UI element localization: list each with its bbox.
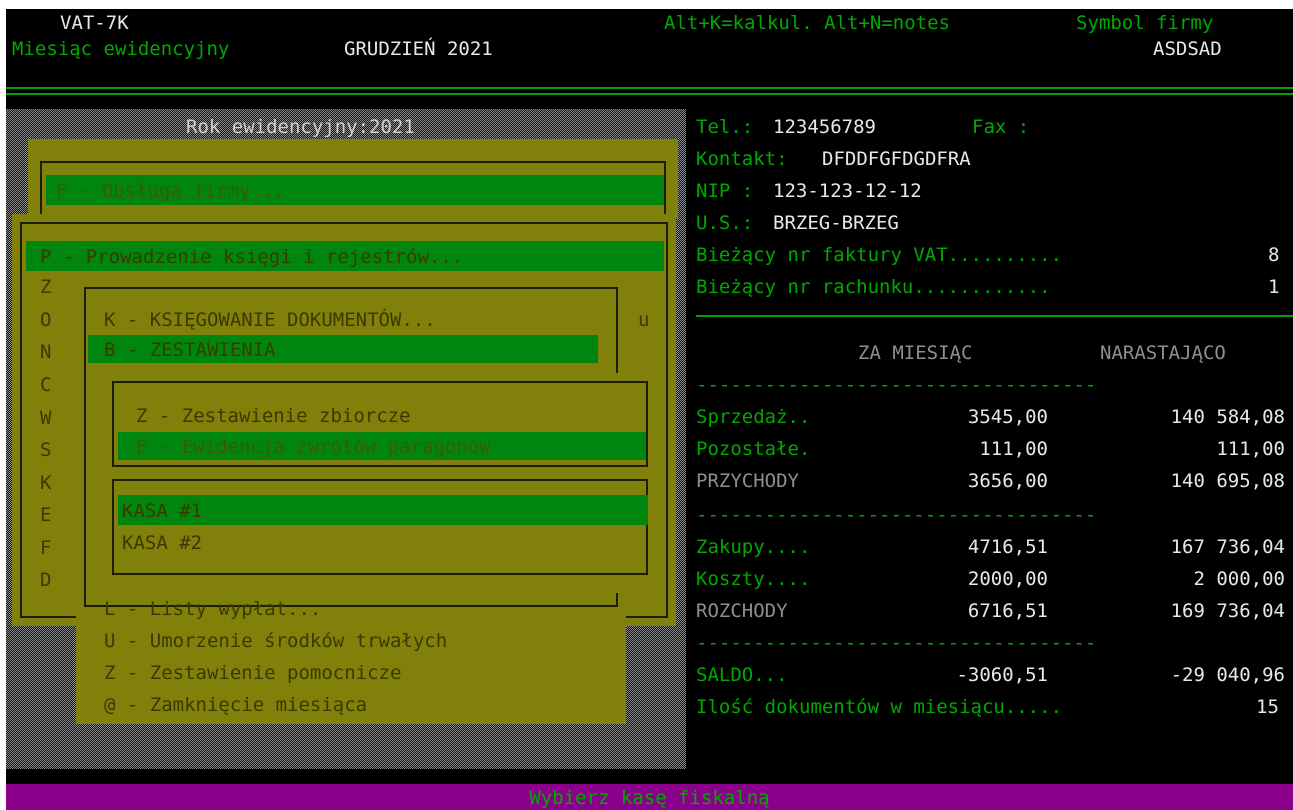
header-divider-2 [6,93,1293,95]
register-frame [112,479,648,575]
books-letter[interactable]: D [40,568,51,592]
row-cum-other: 111,00 [1216,438,1285,460]
books-letter[interactable]: K [40,471,51,495]
row-month-income: 3656,00 [967,470,1048,492]
month-value: GRUDZIEŃ 2021 [344,38,493,60]
row-month-balance: -3060,51 [956,664,1048,686]
row-month-costs: 2000,00 [967,568,1048,590]
nip-label: NIP : [696,180,754,202]
summary-separator: ----------------------------------- [696,374,1097,396]
row-cum-costs: 2 000,00 [1193,568,1285,590]
col-month-header: ZA MIESIĄC [858,342,973,364]
contact-label: Kontakt: [696,148,788,170]
menu-item-firm-label: F - Obsługa firmy... [56,180,285,202]
books-letter[interactable]: S [40,438,51,462]
us-label: U.S.: [696,212,754,234]
us-value: BRZEG-BRZEG [773,212,899,234]
books-letter[interactable]: E [40,503,51,527]
contact-value: DFDDFGFDGDFRA [822,148,971,170]
books-letter[interactable]: Z [40,275,51,299]
row-cum-expenses: 169 736,04 [1170,600,1285,622]
tel-label: Tel.: [696,116,754,138]
invoice-number-value: 8 [1268,244,1280,266]
row-label-costs: Koszty.... [696,568,811,590]
books-right-letter: u [638,309,650,331]
bill-number-label: Bieżący nr rachunku............ [696,276,1051,298]
status-bar: Wybierz kasę fiskalną [6,784,1293,810]
row-cum-income: 140 695,08 [1170,470,1285,492]
company-symbol-label: Symbol firmy [1076,12,1214,34]
row-month-sales: 3545,00 [967,406,1048,428]
status-message: Wybierz kasę fiskalną [529,787,770,809]
docs-count-value: 15 [1256,696,1279,718]
report-item-receipts-label: E - Ewidencja zwrotów paragonów [136,436,491,458]
docs-count-label: Ilość dokumentów w miesiącu..... [696,696,1063,718]
row-label-expenses: ROZCHODY [696,600,788,622]
row-label-other: Pozostałe. [696,438,811,460]
tel-value: 123456789 [773,116,876,138]
row-cum-purchases: 167 736,04 [1170,536,1285,558]
row-month-expenses: 6716,51 [967,600,1048,622]
info-divider [696,315,1293,317]
month-label: Miesiąc ewidencyjny [12,38,230,60]
bill-number-value: 1 [1268,276,1280,298]
books-letter[interactable]: C [40,373,51,397]
row-month-purchases: 4716,51 [967,536,1048,558]
submenu-item-depreciation[interactable]: U - Umorzenie środków trwałych [104,629,447,653]
header-divider [6,87,1293,89]
company-symbol-value: ASDSAD [1153,38,1222,60]
terminal-screen: VAT-7K Miesiąc ewidencyjny GRUDZIEŃ 2021… [6,9,1293,810]
report-item-summary[interactable]: Z - Zestawienie zbiorcze [136,404,411,428]
books-letter[interactable]: O [40,308,51,332]
register-item-2[interactable]: KASA #2 [122,531,202,555]
summary-separator: ----------------------------------- [696,504,1097,526]
submenu-item-payroll[interactable]: L - Listy wypłat... [104,597,321,621]
year-bar: Rok ewidencyjny:2021 [186,116,415,138]
app-title: VAT-7K [60,12,129,34]
shortcuts-hint: Alt+K=kalkul. Alt+N=notes [664,12,950,34]
row-label-balance: SALDO... [696,664,788,686]
summary-separator: ----------------------------------- [696,632,1097,654]
books-letter[interactable]: W [40,406,51,430]
row-label-purchases: Zakupy.... [696,536,811,558]
col-cumulative-header: NARASTAJĄCO [1100,342,1226,364]
books-letter[interactable]: N [40,340,51,364]
row-cum-balance: -29 040,96 [1170,664,1285,686]
row-cum-sales: 140 584,08 [1170,406,1285,428]
row-label-income: PRZYCHODY [696,470,799,492]
fax-label: Fax : [972,116,1030,138]
row-label-sales: Sprzedaż.. [696,406,811,428]
invoice-number-label: Bieżący nr faktury VAT.......... [696,244,1063,266]
register-item-1-label: KASA #1 [122,500,203,522]
nip-value: 123-123-12-12 [773,180,922,202]
submenu-item-booking[interactable]: K - KSIĘGOWANIE DOKUMENTÓW... [104,308,436,332]
submenu-item-aux-report[interactable]: Z - Zestawienie pomocnicze [104,661,401,685]
books-letter[interactable]: F [40,536,51,560]
submenu-item-close-month[interactable]: @ - Zamknięcie miesiąca [104,693,367,717]
row-month-other: 111,00 [979,438,1048,460]
menu-item-books-label: P - Prowadzenie księgi i rejestrów... [40,246,464,268]
submenu-item-reports-label: B - ZESTAWIENIA [104,339,276,361]
